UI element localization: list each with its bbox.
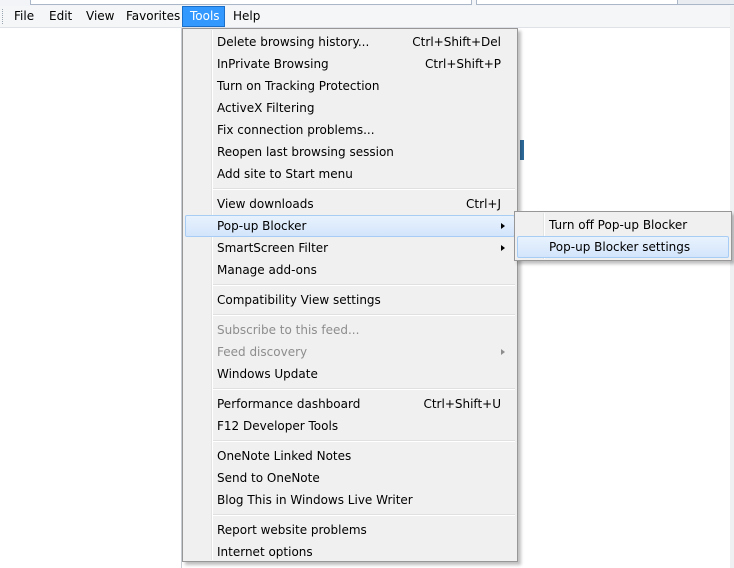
menu-edit[interactable]: Edit	[42, 6, 79, 27]
menu-item-label: ActiveX Filtering	[217, 101, 315, 115]
menu-item-label: Internet options	[217, 545, 313, 559]
menu-help[interactable]: Help	[226, 6, 267, 27]
submenu-item-popup-blocker-settings[interactable]: Pop-up Blocker settings	[517, 236, 729, 258]
menu-item-windows-update[interactable]: Windows Update	[185, 363, 515, 385]
menu-item-add-site-to-start[interactable]: Add site to Start menu	[185, 163, 515, 185]
menu-item-label: Subscribe to this feed...	[217, 323, 360, 337]
menu-item-send-to-onenote[interactable]: Send to OneNote	[185, 467, 515, 489]
menu-item-reopen-last-session[interactable]: Reopen last browsing session	[185, 141, 515, 163]
menu-bar: File Edit View Favorites Tools Help	[0, 6, 734, 28]
menu-item-label: Pop-up Blocker	[217, 219, 307, 233]
tools-menu: Delete browsing history... Ctrl+Shift+De…	[182, 28, 518, 562]
menu-item-label: Add site to Start menu	[217, 167, 353, 181]
address-field-edge[interactable]	[30, 0, 472, 5]
menu-item-label: Performance dashboard	[217, 397, 361, 411]
menu-item-label: F12 Developer Tools	[217, 419, 339, 433]
menu-item-onenote-linked-notes[interactable]: OneNote Linked Notes	[185, 445, 515, 467]
menu-item-subscribe-to-feed: Subscribe to this feed...	[185, 319, 515, 341]
menu-item-performance-dashboard[interactable]: Performance dashboard Ctrl+Shift+U	[185, 393, 515, 415]
menu-item-fix-connection-problems[interactable]: Fix connection problems...	[185, 119, 515, 141]
menu-item-label: Compatibility View settings	[217, 293, 381, 307]
menu-item-manage-add-ons[interactable]: Manage add-ons	[185, 259, 515, 281]
menu-item-feed-discovery: Feed discovery	[185, 341, 515, 363]
menu-item-label: InPrivate Browsing	[217, 57, 329, 71]
menu-item-inprivate-browsing[interactable]: InPrivate Browsing Ctrl+Shift+P	[185, 53, 515, 75]
menu-item-label: Turn on Tracking Protection	[217, 79, 380, 93]
menu-favorites[interactable]: Favorites	[119, 6, 187, 27]
menu-item-label: SmartScreen Filter	[217, 241, 329, 255]
toolbar-button-edge[interactable]	[677, 0, 734, 5]
menu-item-label: Windows Update	[217, 367, 318, 381]
menu-item-smartscreen-filter[interactable]: SmartScreen Filter	[185, 237, 515, 259]
menu-item-activex-filtering[interactable]: ActiveX Filtering	[185, 97, 515, 119]
menu-item-shortcut: Ctrl+Shift+Del	[412, 35, 501, 49]
menu-view[interactable]: View	[79, 6, 121, 27]
menu-item-report-website-problems[interactable]: Report website problems	[185, 519, 515, 541]
submenu-arrow-icon	[501, 349, 505, 355]
menu-item-internet-options[interactable]: Internet options	[185, 541, 515, 563]
menu-item-popup-blocker[interactable]: Pop-up Blocker	[185, 215, 515, 237]
menu-separator	[213, 188, 515, 190]
popup-blocker-submenu: Turn off Pop-up Blocker Pop-up Blocker s…	[514, 211, 732, 261]
submenu-arrow-icon	[501, 245, 505, 251]
menu-separator	[213, 314, 515, 316]
menu-separator	[213, 514, 515, 516]
search-field-edge[interactable]	[476, 0, 678, 5]
menu-tools[interactable]: Tools	[182, 6, 225, 27]
menu-item-label: Blog This in Windows Live Writer	[217, 493, 413, 507]
menu-item-shortcut: Ctrl+Shift+P	[425, 57, 501, 71]
menu-item-shortcut: Ctrl+J	[466, 197, 501, 211]
submenu-arrow-icon	[501, 223, 505, 229]
menu-item-label: OneNote Linked Notes	[217, 449, 352, 463]
page-content-fragment	[520, 140, 524, 160]
menu-separator	[213, 388, 515, 390]
menu-item-label: Turn off Pop-up Blocker	[549, 218, 688, 232]
menu-item-label: Reopen last browsing session	[217, 145, 394, 159]
menu-item-view-downloads[interactable]: View downloads Ctrl+J	[185, 193, 515, 215]
menu-item-label: Send to OneNote	[217, 471, 320, 485]
menu-item-f12-developer-tools[interactable]: F12 Developer Tools	[185, 415, 515, 437]
menu-separator	[213, 284, 515, 286]
menu-item-label: View downloads	[217, 197, 314, 211]
menu-item-blog-this[interactable]: Blog This in Windows Live Writer	[185, 489, 515, 511]
menu-item-delete-browsing-history[interactable]: Delete browsing history... Ctrl+Shift+De…	[185, 31, 515, 53]
menu-item-label: Fix connection problems...	[217, 123, 375, 137]
submenu-item-turn-off-popup-blocker[interactable]: Turn off Pop-up Blocker	[517, 214, 729, 236]
menu-item-label: Feed discovery	[217, 345, 308, 359]
menu-file[interactable]: File	[7, 6, 41, 27]
menu-item-shortcut: Ctrl+Shift+U	[423, 397, 501, 411]
menu-item-label: Pop-up Blocker settings	[549, 240, 691, 254]
window-right-edge	[730, 6, 734, 568]
menu-item-label: Manage add-ons	[217, 263, 317, 277]
menu-item-tracking-protection[interactable]: Turn on Tracking Protection	[185, 75, 515, 97]
menu-item-label: Report website problems	[217, 523, 367, 537]
menu-item-label: Delete browsing history...	[217, 35, 370, 49]
menu-item-compatibility-view-settings[interactable]: Compatibility View settings	[185, 289, 515, 311]
menu-separator	[213, 440, 515, 442]
menu-bar-grip[interactable]	[2, 9, 5, 24]
